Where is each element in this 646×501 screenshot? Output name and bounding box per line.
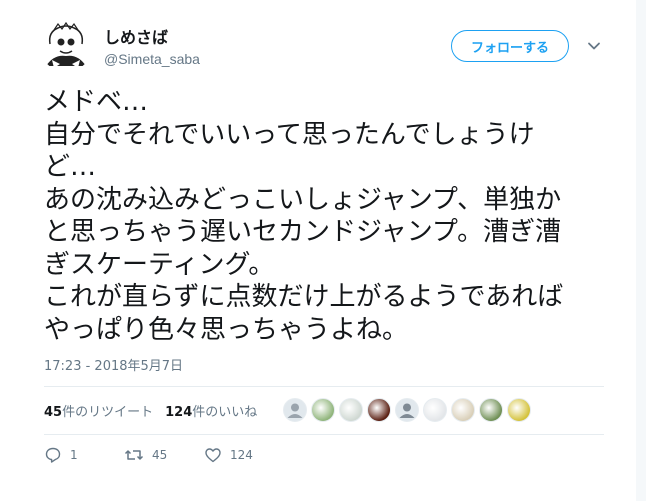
chevron-down-icon[interactable] (586, 38, 602, 54)
liker-avatars (283, 398, 531, 422)
tweet-actions: 1 45 124 (44, 446, 253, 464)
tweet-timestamp[interactable]: 17:23 - 2018年5月7日 (44, 355, 183, 374)
divider (44, 386, 604, 387)
default-avatar-icon (287, 403, 303, 418)
user-handle[interactable]: @Simeta_saba (104, 51, 200, 67)
like-stat[interactable]: 124件のいいね (165, 401, 257, 420)
like-stat-label: 件のいいね (192, 405, 258, 420)
liker-avatar-8[interactable] (479, 398, 503, 422)
page-scrollbar-area (636, 0, 646, 501)
retweet-action-count: 45 (152, 448, 168, 462)
reply-icon (45, 447, 61, 463)
divider (44, 434, 604, 435)
retweet-stat-count: 45 (44, 405, 63, 420)
liker-avatar-4[interactable] (367, 398, 391, 422)
tweet-line: これが直らずに点数だけ上がるようであれば (44, 282, 564, 312)
display-name[interactable]: しめさば (104, 24, 168, 48)
tweet-line: メドベ… (44, 87, 149, 117)
liker-avatar-6[interactable] (423, 398, 447, 422)
heart-icon (205, 448, 221, 463)
like-action-count: 124 (230, 448, 253, 462)
retweet-stat[interactable]: 45件のリツイート (44, 401, 153, 420)
like-stat-count: 124 (165, 405, 193, 420)
tweet-line: ぎスケーティング。 (44, 249, 275, 280)
tweet-line: あの沈み込みどっこいしょジャンプ、単独か (44, 184, 562, 215)
retweet-button[interactable]: 45 (124, 446, 204, 464)
tweet-line: やっぱり色々思っちゃうよね。 (44, 314, 409, 345)
retweet-icon (124, 450, 144, 460)
reply-count: 1 (70, 448, 78, 462)
tweet-stats: 45件のリツイート 124件のいいね (44, 401, 257, 420)
liker-avatar-2[interactable] (311, 398, 335, 422)
user-avatar[interactable] (40, 20, 92, 72)
follow-button[interactable]: フォロー​する (451, 30, 569, 62)
tweet-line: 自分でそれでいいって思ったんでしょうけ (44, 119, 535, 150)
liker-avatar-3[interactable] (339, 398, 363, 422)
reply-button[interactable]: 1 (44, 446, 124, 464)
tweet-card: しめさば @Simeta_saba フォロー​する メドベ… 自分でそれでいいっ… (0, 0, 637, 501)
liker-avatar-1[interactable] (283, 398, 307, 422)
tweet-line: ど… (44, 152, 97, 182)
default-avatar-icon (399, 403, 415, 418)
liker-avatar-5[interactable] (395, 398, 419, 422)
liker-avatar-7[interactable] (451, 398, 475, 422)
avatar-illustration-icon (40, 20, 92, 72)
liker-avatar-9[interactable] (507, 398, 531, 422)
tweet-line: と思っちゃう遅いセカンドジャンプ。漕ぎ漕 (44, 217, 562, 247)
retweet-stat-label: 件のリツイート (62, 405, 154, 420)
like-button[interactable]: 124 (204, 446, 253, 464)
tweet-text: メドベ… 自分でそれでいいって思ったんでしょうけ ど… あの沈み込みどっこいしょ… (44, 86, 604, 346)
